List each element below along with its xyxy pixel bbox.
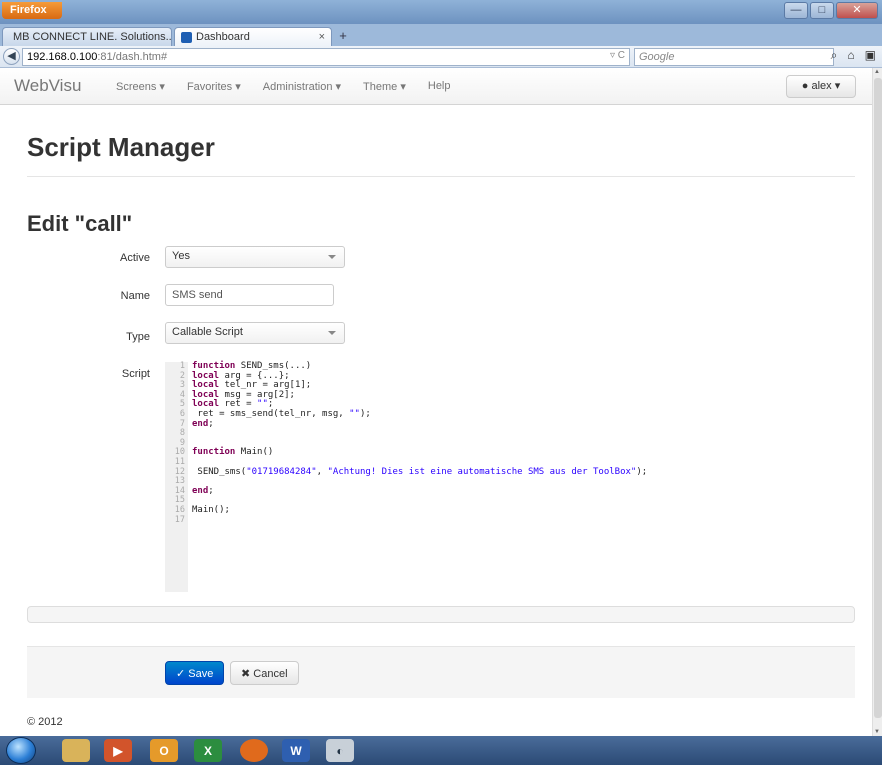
code-line: end; (192, 418, 214, 429)
type-value: Callable Script (172, 326, 243, 338)
divider (27, 176, 855, 177)
form-actions: ✓ Save ✖ Cancel (27, 646, 855, 698)
code-line: function Main() (192, 447, 274, 458)
back-arrow-icon[interactable]: ◀ (3, 48, 20, 65)
search-input[interactable]: Google (634, 48, 834, 66)
code-line: SEND_sms("01719684284", "Achtung! Dies i… (192, 466, 648, 477)
excel-icon[interactable]: X (194, 739, 222, 762)
page-title: Script Manager (27, 132, 215, 162)
url-host: 192.168.0.100 (27, 51, 98, 63)
reload-icon[interactable]: ▿ C (610, 50, 625, 61)
script-label: Script (121, 368, 150, 380)
explorer-icon[interactable] (62, 739, 90, 762)
code-line: end; (192, 485, 214, 496)
type-label: Type (126, 331, 150, 343)
brand-logo[interactable]: WebVisu (14, 76, 81, 96)
url-bar[interactable]: 192.168.0.100:81/dash.htm# ▿ C (22, 48, 630, 66)
code-line: function SEND_sms(...) (192, 361, 312, 371)
edit-title: Edit "call" (27, 211, 133, 236)
home-icon[interactable]: ⌂ (847, 48, 854, 63)
code-area[interactable]: function SEND_sms(...) local arg = {...};… (192, 361, 852, 526)
close-icon[interactable]: ✕ (836, 2, 878, 19)
tab-bar: MB CONNECT LINE. Solutions... Dashboard … (0, 24, 882, 46)
user-menu-button[interactable]: ● alex ▾ (786, 75, 856, 98)
tab-dashboard[interactable]: Dashboard × (174, 27, 332, 46)
user-name: alex ▾ (811, 80, 841, 92)
outlook-icon[interactable]: O (150, 739, 178, 762)
menu-favorites[interactable]: Favorites ▾ (187, 80, 241, 93)
line-number-gutter: 1 2 3 4 5 6 7 8 9 10 11 12 13 14 15 16 17 (165, 361, 188, 592)
chevron-down-icon (328, 331, 336, 335)
menu-screens[interactable]: Screens ▾ (116, 80, 165, 93)
save-button[interactable]: ✓ Save (165, 661, 225, 685)
nav-icons: ⌕ ⌂ ▣ (831, 48, 876, 63)
firefox-icon[interactable] (240, 739, 268, 762)
name-input[interactable]: SMS send (165, 284, 334, 306)
maximize-icon[interactable]: □ (810, 2, 834, 19)
dashboard-favicon-icon (181, 31, 192, 43)
scroll-thumb[interactable] (874, 78, 882, 718)
tab-label: MB CONNECT LINE. Solutions... (13, 31, 172, 43)
start-button-icon[interactable] (6, 737, 36, 764)
menu-help[interactable]: Help (428, 80, 451, 93)
tab-label: Dashboard (196, 31, 250, 43)
page-viewport: WebVisu Screens ▾ Favorites ▾ Administra… (0, 68, 872, 736)
google-search-label: Google (639, 51, 675, 63)
scroll-down-icon[interactable]: ▼ (874, 729, 880, 735)
url-path: :81/dash.htm# (97, 51, 168, 63)
media-player-icon[interactable]: ▶ (104, 739, 132, 762)
progress-bar (27, 606, 855, 623)
windows-taskbar: ▶ O X W ◐ (0, 736, 882, 765)
active-select[interactable]: Yes (165, 246, 345, 268)
name-label: Name (120, 290, 150, 302)
script-editor[interactable]: 1 2 3 4 5 6 7 8 9 10 11 12 13 14 15 16 17 function SEND_… (165, 361, 855, 592)
tab-mb-connect[interactable]: MB CONNECT LINE. Solutions... (2, 27, 172, 46)
menu-theme[interactable]: Theme ▾ (363, 80, 406, 93)
window-titlebar: Firefox — □ ✕ (0, 0, 882, 24)
window-controls: — □ ✕ (784, 2, 878, 19)
footer-copyright: © 2012 (27, 716, 63, 728)
browser-navbar: ◀ 192.168.0.100:81/dash.htm# ▿ C Google … (0, 46, 882, 68)
main-menu: Screens ▾ Favorites ▾ Administration ▾ T… (116, 80, 473, 93)
remote-app-icon[interactable]: ◐ (326, 739, 354, 762)
line-number: 17 (174, 514, 185, 525)
scroll-up-icon[interactable]: ▲ (874, 69, 880, 75)
code-line: local msg = arg[2]; (192, 389, 295, 400)
page-scrollbar[interactable]: ▲ ▼ (872, 68, 882, 736)
tab-close-icon[interactable]: × (319, 31, 325, 43)
menu-administration[interactable]: Administration ▾ (263, 80, 341, 93)
code-line: Main(); (192, 504, 230, 515)
type-select[interactable]: Callable Script (165, 322, 345, 344)
new-tab-icon[interactable]: + (334, 28, 352, 44)
active-value: Yes (172, 250, 190, 262)
bookmarks-icon[interactable]: ▣ (865, 48, 876, 63)
firefox-menu-button[interactable]: Firefox (2, 2, 62, 19)
code-line: ret = sms_send(tel_nr, msg, ""); (192, 408, 371, 419)
name-value: SMS send (172, 289, 223, 301)
minimize-icon[interactable]: — (784, 2, 808, 19)
active-label: Active (120, 252, 150, 264)
cancel-button[interactable]: ✖ Cancel (230, 661, 299, 685)
word-icon[interactable]: W (282, 739, 310, 762)
user-icon: ● (801, 80, 809, 92)
search-icon[interactable]: ⌕ (831, 48, 838, 63)
top-navbar: WebVisu Screens ▾ Favorites ▾ Administra… (0, 68, 872, 105)
chevron-down-icon (328, 255, 336, 259)
